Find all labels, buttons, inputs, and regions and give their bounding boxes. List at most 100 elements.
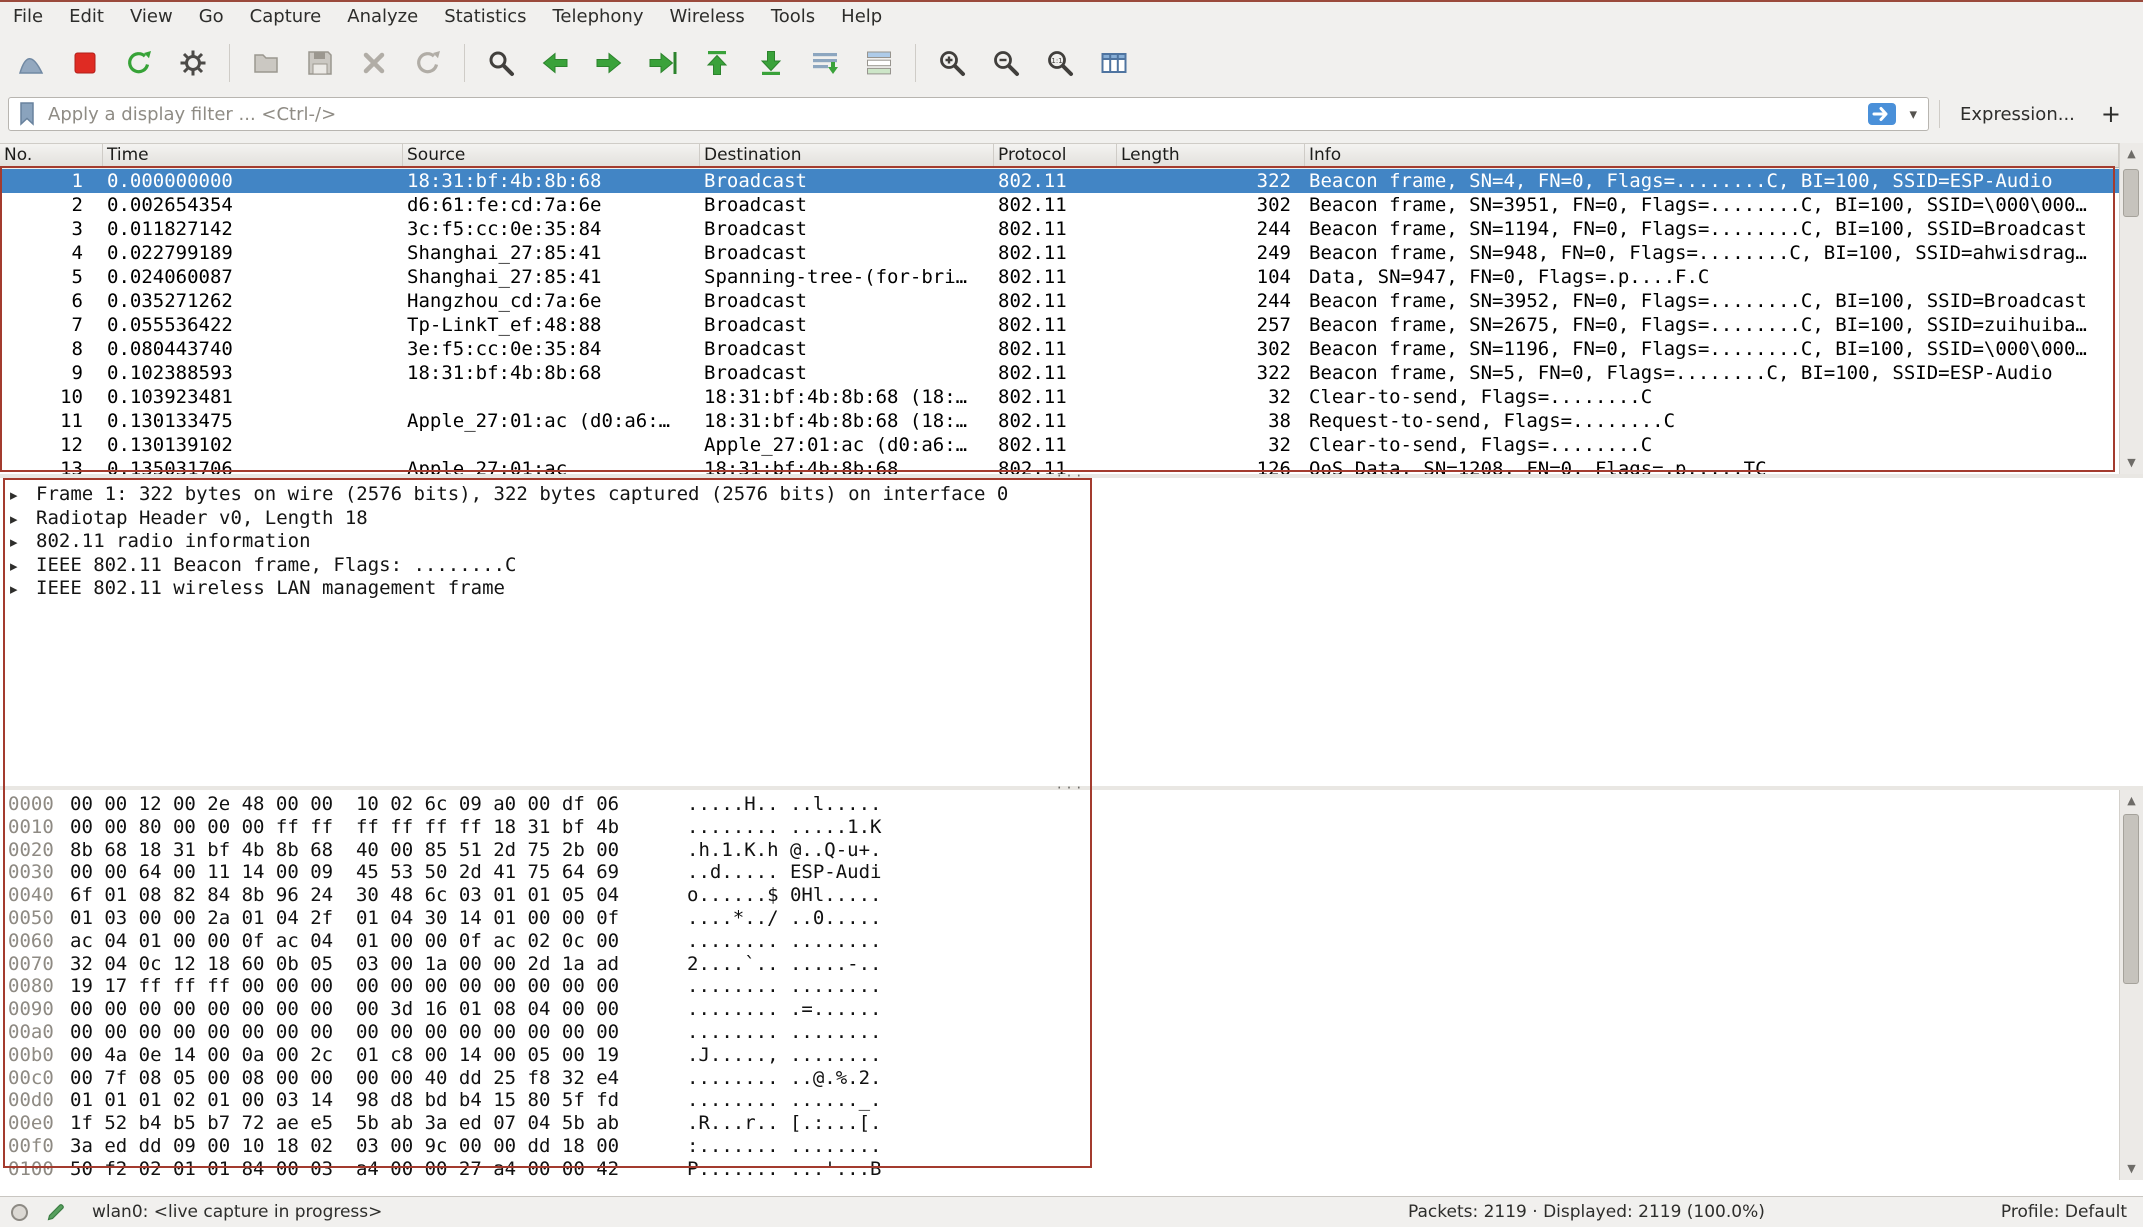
detail-line[interactable]: ▸802.11 radio information — [0, 530, 2143, 554]
col-header-source[interactable]: Source — [403, 144, 700, 167]
add-filter-button[interactable]: + — [2095, 100, 2135, 128]
hex-bytes[interactable]: 00 00 00 00 00 00 00 00 00 00 00 00 00 0… — [70, 1021, 635, 1044]
col-header-protocol[interactable]: Protocol — [994, 144, 1117, 167]
hex-row[interactable]: 00c000 7f 08 05 00 08 00 00 00 00 40 dd … — [0, 1067, 2143, 1090]
col-header-destination[interactable]: Destination — [700, 144, 994, 167]
hex-bytes[interactable]: 1f 52 b4 b5 b7 72 ae e5 5b ab 3a ed 07 0… — [70, 1112, 635, 1135]
hex-row[interactable]: 003000 00 64 00 11 14 00 09 45 53 50 2d … — [0, 861, 2143, 884]
hex-row[interactable]: 00e01f 52 b4 b5 b7 72 ae e5 5b ab 3a ed … — [0, 1112, 2143, 1135]
expand-arrow-icon[interactable]: ▸ — [10, 508, 28, 532]
menu-file[interactable]: File — [0, 2, 56, 32]
hex-row[interactable]: 00a000 00 00 00 00 00 00 00 00 00 00 00 … — [0, 1021, 2143, 1044]
scroll-up-icon[interactable]: ▲ — [2120, 790, 2143, 812]
hex-ascii[interactable]: .R...r.. [.:...[. — [687, 1112, 881, 1135]
capture-comment-icon[interactable] — [46, 1202, 66, 1227]
scrollbar-thumb[interactable] — [2123, 169, 2139, 217]
auto-scroll-icon[interactable] — [803, 41, 847, 85]
restart-capture-icon[interactable] — [117, 41, 161, 85]
hex-ascii[interactable]: .....H.. ..l..... — [687, 793, 881, 816]
pane-splitter-top[interactable]: ··· — [0, 474, 2143, 478]
menu-edit[interactable]: Edit — [56, 2, 117, 32]
menu-view[interactable]: View — [117, 2, 186, 32]
hex-bytes[interactable]: 01 03 00 00 2a 01 04 2f 01 04 30 14 01 0… — [70, 907, 635, 930]
hex-row[interactable]: 009000 00 00 00 00 00 00 00 00 3d 16 01 … — [0, 998, 2143, 1021]
hex-bytes[interactable]: 00 00 12 00 2e 48 00 00 10 02 6c 09 a0 0… — [70, 793, 635, 816]
menu-statistics[interactable]: Statistics — [431, 2, 539, 32]
hex-ascii[interactable]: ........ ........ — [687, 1021, 881, 1044]
packet-row[interactable]: 100.10392348118:31:bf:4b:8b:68 (18:…802.… — [0, 385, 2119, 409]
hex-ascii[interactable]: 2....`.. .....-.. — [687, 953, 881, 976]
expand-arrow-icon[interactable]: ▸ — [10, 484, 28, 508]
zoom-100-icon[interactable]: 1:1 — [1038, 41, 1082, 85]
zoom-in-icon[interactable] — [930, 41, 974, 85]
display-filter-box[interactable]: ▾ — [8, 97, 1929, 131]
expand-arrow-icon[interactable]: ▸ — [10, 578, 28, 602]
packet-row[interactable]: 70.055536422Tp-LinkT_ef:48:88Broadcast80… — [0, 313, 2119, 337]
hex-bytes[interactable]: 00 7f 08 05 00 08 00 00 00 00 40 dd 25 f… — [70, 1067, 635, 1090]
hex-row[interactable]: 007032 04 0c 12 18 60 0b 05 03 00 1a 00 … — [0, 953, 2143, 976]
hex-row[interactable]: 00208b 68 18 31 bf 4b 8b 68 40 00 85 51 … — [0, 839, 2143, 862]
col-header-length[interactable]: Length — [1117, 144, 1305, 167]
detail-line[interactable]: ▸Radiotap Header v0, Length 18 — [0, 507, 2143, 531]
zoom-out-icon[interactable] — [984, 41, 1028, 85]
menu-telephony[interactable]: Telephony — [539, 2, 656, 32]
hex-ascii[interactable]: P....... ...'...B — [687, 1158, 881, 1181]
filter-dropdown-icon[interactable]: ▾ — [1905, 105, 1921, 123]
hex-row[interactable]: 00d001 01 01 02 01 00 03 14 98 d8 bd b4 … — [0, 1089, 2143, 1112]
menu-wireless[interactable]: Wireless — [656, 2, 757, 32]
hex-bytes[interactable]: 3a ed dd 09 00 10 18 02 03 00 9c 00 00 d… — [70, 1135, 635, 1158]
detail-line[interactable]: ▸Frame 1: 322 bytes on wire (2576 bits),… — [0, 483, 2143, 507]
go-last-icon[interactable] — [749, 41, 793, 85]
col-header-info[interactable]: Info — [1305, 144, 2119, 167]
hex-row[interactable]: 00f03a ed dd 09 00 10 18 02 03 00 9c 00 … — [0, 1135, 2143, 1158]
col-header-time[interactable]: Time — [103, 144, 403, 167]
packet-row[interactable]: 110.130133475Apple_27:01:ac (d0:a6:…18:3… — [0, 409, 2119, 433]
hex-ascii[interactable]: .J....., ........ — [687, 1044, 881, 1067]
detail-line[interactable]: ▸IEEE 802.11 wireless LAN management fra… — [0, 577, 2143, 601]
menu-go[interactable]: Go — [186, 2, 237, 32]
stop-capture-icon[interactable] — [63, 41, 107, 85]
packet-row[interactable]: 20.002654354d6:61:fe:cd:7a:6eBroadcast80… — [0, 193, 2119, 217]
filter-bookmark-icon[interactable] — [16, 101, 38, 127]
packet-row[interactable]: 90.10238859318:31:bf:4b:8b:68Broadcast80… — [0, 361, 2119, 385]
hex-ascii[interactable]: ........ ........ — [687, 930, 881, 953]
packet-row[interactable]: 10.00000000018:31:bf:4b:8b:68Broadcast80… — [0, 169, 2119, 193]
menu-tools[interactable]: Tools — [758, 2, 828, 32]
hex-ascii[interactable]: o......$ 0Hl..... — [687, 884, 881, 907]
hex-ascii[interactable]: ........ ........ — [687, 975, 881, 998]
hex-ascii[interactable]: ....*../ ..0..... — [687, 907, 881, 930]
hex-row[interactable]: 00b000 4a 0e 14 00 0a 00 2c 01 c8 00 14 … — [0, 1044, 2143, 1067]
go-first-icon[interactable] — [695, 41, 739, 85]
colorize-icon[interactable] — [857, 41, 901, 85]
menu-analyze[interactable]: Analyze — [334, 2, 431, 32]
expression-button[interactable]: Expression... — [1950, 104, 2085, 125]
packet-row[interactable]: 60.035271262Hangzhou_cd:7a:6eBroadcast80… — [0, 289, 2119, 313]
hex-bytes[interactable]: 00 4a 0e 14 00 0a 00 2c 01 c8 00 14 00 0… — [70, 1044, 635, 1067]
expand-arrow-icon[interactable]: ▸ — [10, 531, 28, 555]
hex-bytes[interactable]: 32 04 0c 12 18 60 0b 05 03 00 1a 00 00 2… — [70, 953, 635, 976]
expand-arrow-icon[interactable]: ▸ — [10, 555, 28, 579]
packet-row[interactable]: 120.130139102Apple_27:01:ac (d0:a6:…802.… — [0, 433, 2119, 457]
hex-bytes[interactable]: ac 04 01 00 00 0f ac 04 01 00 00 0f ac 0… — [70, 930, 635, 953]
col-header-no[interactable]: No. — [0, 144, 103, 167]
hex-bytes[interactable]: 00 00 64 00 11 14 00 09 45 53 50 2d 41 7… — [70, 861, 635, 884]
hex-bytes[interactable]: 6f 01 08 82 84 8b 96 24 30 48 6c 03 01 0… — [70, 884, 635, 907]
pane-splitter-bottom[interactable]: ··· — [0, 786, 2143, 790]
resize-columns-icon[interactable] — [1092, 41, 1136, 85]
hex-row[interactable]: 010050 f2 02 01 01 84 00 03 a4 00 00 27 … — [0, 1158, 2143, 1181]
hex-bytes[interactable]: 01 01 01 02 01 00 03 14 98 d8 bd b4 15 8… — [70, 1089, 635, 1112]
detail-line[interactable]: ▸IEEE 802.11 Beacon frame, Flags: ......… — [0, 554, 2143, 578]
go-to-packet-icon[interactable] — [641, 41, 685, 85]
scroll-down-icon[interactable]: ▼ — [2120, 452, 2143, 474]
hex-row[interactable]: 008019 17 ff ff ff 00 00 00 00 00 00 00 … — [0, 975, 2143, 998]
hex-row[interactable]: 001000 00 80 00 00 00 ff ff ff ff ff ff … — [0, 816, 2143, 839]
packet-row[interactable]: 30.0118271423c:f5:cc:0e:35:84Broadcast80… — [0, 217, 2119, 241]
find-packet-icon[interactable] — [479, 41, 523, 85]
scroll-up-icon[interactable]: ▲ — [2120, 143, 2143, 165]
hex-ascii[interactable]: :....... ........ — [687, 1135, 881, 1158]
hex-row[interactable]: 005001 03 00 00 2a 01 04 2f 01 04 30 14 … — [0, 907, 2143, 930]
go-back-icon[interactable] — [533, 41, 577, 85]
hex-bytes[interactable]: 8b 68 18 31 bf 4b 8b 68 40 00 85 51 2d 7… — [70, 839, 635, 862]
hex-bytes[interactable]: 00 00 00 00 00 00 00 00 00 3d 16 01 08 0… — [70, 998, 635, 1021]
hex-ascii[interactable]: ..d..... ESP-Audi — [687, 861, 881, 884]
